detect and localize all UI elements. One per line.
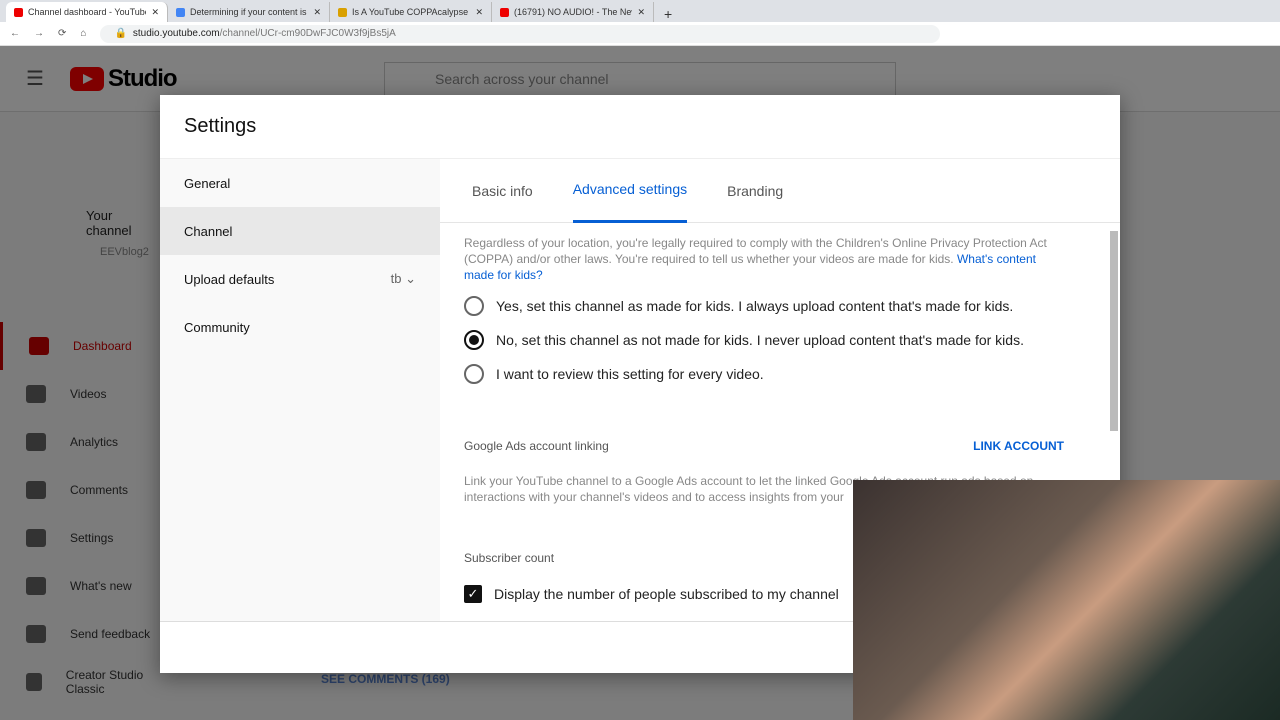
google-favicon-icon [176,7,185,17]
browser-tab[interactable]: Is A YouTube COPPAcalypse Coming✕ [330,2,492,22]
home-icon[interactable]: ⌂ [80,28,86,39]
close-icon[interactable]: ✕ [313,7,321,18]
youtube-favicon-icon [500,7,509,17]
close-icon[interactable]: ✕ [475,7,483,18]
close-icon[interactable]: ✕ [637,7,645,18]
tab-advanced-settings[interactable]: Advanced settings [572,159,688,223]
back-icon[interactable]: ← [10,28,20,39]
radio-icon [464,296,484,316]
browser-tab[interactable]: (16791) NO AUDIO! - The New Y✕ [492,2,654,22]
radio-checked-icon [464,330,484,350]
dialog-title: Settings [160,95,1120,159]
address-bar-row: ← → ⟳ ⌂ 🔒 studio.youtube.com/channel/UCr-cm9… [0,22,1280,46]
close-icon[interactable]: ✕ [151,7,159,18]
new-tab-button[interactable]: + [654,6,682,22]
youtube-favicon-icon [14,7,23,17]
lock-icon: 🔒 [114,28,127,39]
link-account-button[interactable]: LINK ACCOUNT [973,439,1064,453]
menu-item-community[interactable]: Community [160,303,440,351]
reload-icon[interactable]: ⟳ [58,28,66,39]
browser-tabbar: Channel dashboard - YouTube Studio✕ Dete… [0,0,1280,22]
checkbox-checked-icon: ✓ [464,585,482,603]
menu-item-general[interactable]: General [160,159,440,207]
site-favicon-icon [338,7,347,17]
forward-icon[interactable]: → [34,28,44,39]
tab-basic-info[interactable]: Basic info [472,159,533,223]
ads-section-title: Google Ads account linking [464,439,609,453]
menu-item-channel[interactable]: Channel [160,207,440,255]
coppa-description: Regardless of your location, you're lega… [464,236,1047,282]
webcam-overlay [853,480,1280,720]
radio-icon [464,364,484,384]
url-input[interactable]: 🔒 studio.youtube.com/channel/UCr-cm90DwFJ… [100,24,941,43]
settings-menu: General Channel Upload defaults tb ⌄ Comm… [160,159,440,621]
menu-item-upload-defaults[interactable]: Upload defaults tb ⌄ [160,255,440,303]
chevron-down-icon: tb ⌄ [390,271,416,286]
radio-review-every-video[interactable]: I want to review this setting for every … [464,357,1064,391]
radio-made-for-kids[interactable]: Yes, set this channel as made for kids. … [464,289,1064,323]
tab-branding[interactable]: Branding [727,159,783,223]
browser-tab[interactable]: Determining if your content is made for … [168,2,330,22]
radio-not-made-for-kids[interactable]: No, set this channel as not made for kid… [464,323,1064,357]
scrollbar[interactable] [1110,231,1118,431]
browser-tab[interactable]: Channel dashboard - YouTube Studio✕ [6,2,168,22]
